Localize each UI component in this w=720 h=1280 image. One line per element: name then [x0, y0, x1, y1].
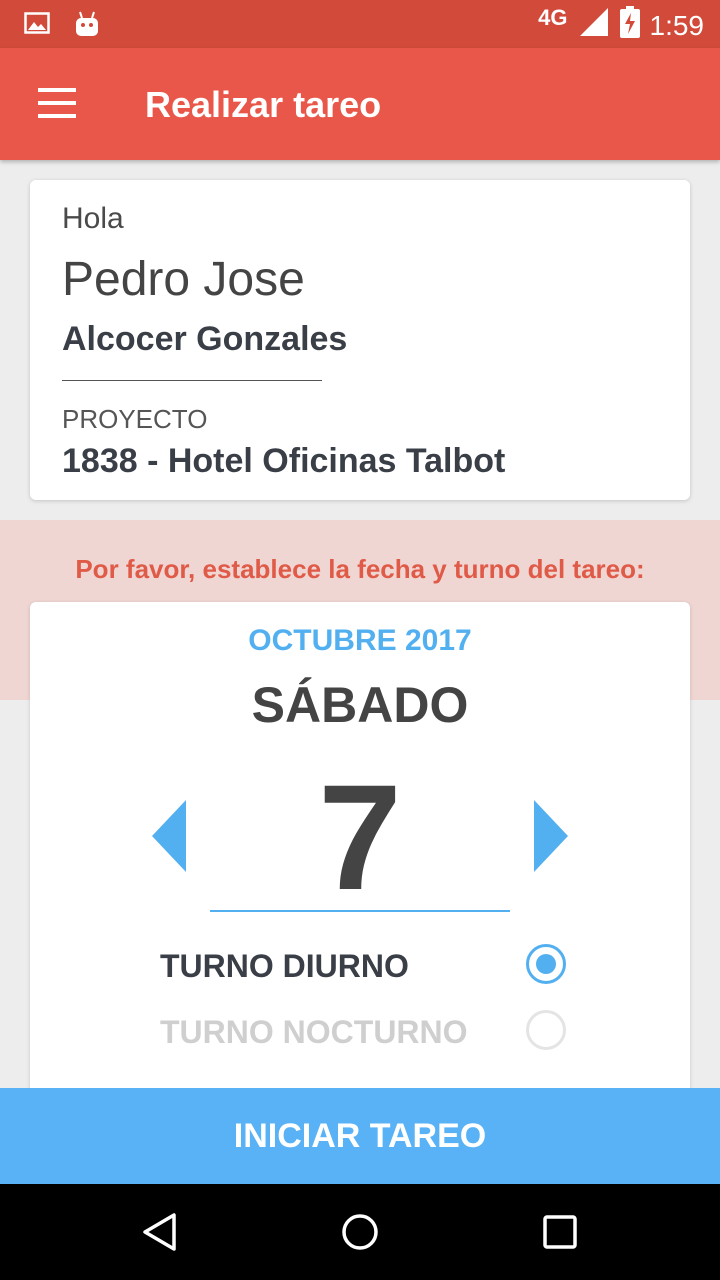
- day-underline: [210, 910, 510, 912]
- date-picker-card: OCTUBRE 2017 SÁBADO 7 TURNO DIURNO TURNO…: [30, 602, 690, 1102]
- chevron-right-icon[interactable]: [534, 800, 568, 872]
- image-icon: [24, 10, 50, 43]
- page-title: Realizar tareo: [145, 84, 382, 125]
- start-tareo-button[interactable]: INICIAR TAREO: [0, 1088, 720, 1184]
- signal-icon: [578, 6, 610, 45]
- user-first-name: Pedro Jose: [62, 253, 305, 306]
- shift-day-label: TURNO DIURNO: [160, 948, 409, 984]
- day-number: 7: [318, 753, 402, 921]
- divider: [62, 380, 322, 381]
- home-icon[interactable]: [340, 1212, 380, 1252]
- shift-day-radio[interactable]: [526, 944, 566, 984]
- shift-night-radio[interactable]: [526, 1010, 566, 1050]
- month-year-label: OCTUBRE 2017: [248, 624, 472, 657]
- network-type: 4G: [538, 4, 568, 30]
- shift-option-day[interactable]: TURNO DIURNO: [160, 940, 580, 990]
- project-value: 1838 - Hotel Oficinas Talbot: [62, 442, 506, 480]
- project-label: PROYECTO: [62, 404, 208, 434]
- greeting-label: Hola: [62, 202, 124, 235]
- battery-charging-icon: [619, 6, 640, 45]
- user-card: Hola Pedro Jose Alcocer Gonzales PROYECT…: [30, 180, 690, 500]
- user-last-name: Alcocer Gonzales: [62, 320, 348, 358]
- instruction-text: Por favor, establece la fecha y turno de…: [75, 554, 645, 584]
- status-bar: 4G 1:59: [0, 0, 720, 48]
- shift-option-night[interactable]: TURNO NOCTURNO: [160, 1006, 580, 1056]
- hamburger-menu-icon[interactable]: [38, 88, 76, 118]
- system-nav-bar: [0, 1184, 720, 1280]
- shift-night-label: TURNO NOCTURNO: [160, 1014, 468, 1050]
- chevron-left-icon[interactable]: [152, 800, 186, 872]
- back-icon[interactable]: [140, 1212, 180, 1252]
- weekday-label: SÁBADO: [251, 677, 469, 733]
- recents-icon[interactable]: [540, 1212, 580, 1252]
- app-bar: Realizar tareo: [0, 48, 720, 160]
- android-icon: [74, 10, 100, 43]
- clock: 1:59: [649, 9, 705, 41]
